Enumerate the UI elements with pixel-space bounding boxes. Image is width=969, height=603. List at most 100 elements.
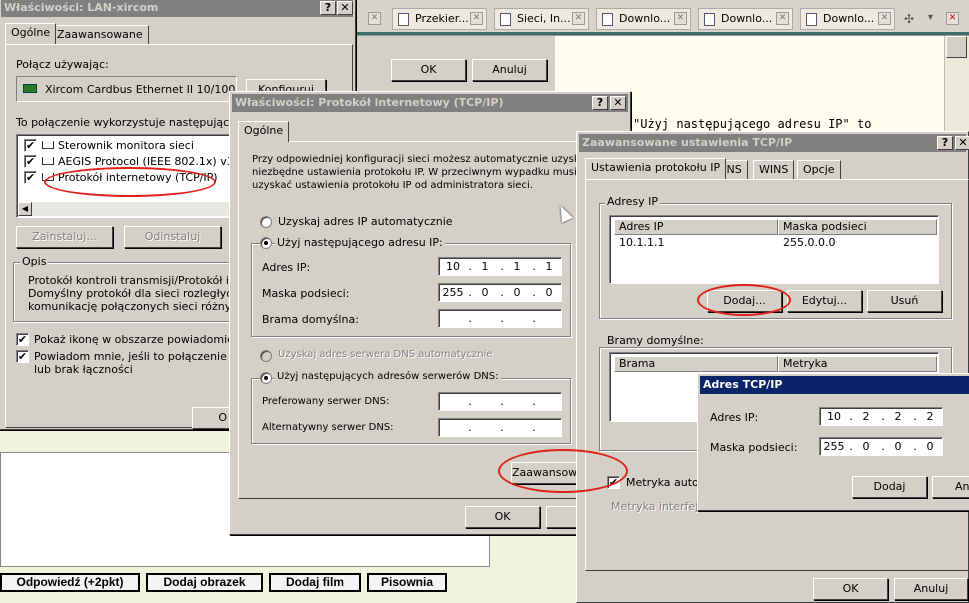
component-checkbox-2[interactable]: ✔: [24, 155, 37, 168]
add-ip-button[interactable]: Dodaj...: [707, 290, 782, 312]
component-label-1: Sterownik monitora sieci: [58, 139, 194, 152]
octet: 0: [481, 286, 489, 299]
edit-ip-button[interactable]: Edytuj...: [787, 290, 862, 312]
octet: 2: [862, 410, 870, 423]
show-icon-label: Pokaż ikonę w obszarze powiadomień po: [34, 333, 259, 346]
browser-tab-2[interactable]: Sieci, In... ✕: [494, 8, 589, 30]
component-checkbox-3[interactable]: ✔: [24, 171, 37, 184]
adapter-box: Xircom Cardbus Ethernet II 10/100: [16, 76, 237, 102]
help-icon[interactable]: ?: [937, 136, 953, 150]
gateway-field[interactable]: ...: [438, 309, 562, 328]
component-label-3: Protokół internetowy (TCP/IP): [58, 171, 218, 184]
gateways-label: Bramy domyślne:: [605, 334, 706, 347]
preferred-dns-field[interactable]: ...: [438, 392, 562, 411]
scroll-thumb[interactable]: [946, 36, 967, 58]
octet: 0: [513, 286, 521, 299]
description-line-1: Protokół kontroli transmisji/Protokół in…: [28, 274, 259, 287]
advanced-titlebar[interactable]: Zaawansowane ustawienia TCP/IP: [579, 134, 966, 152]
horizontal-scrollbar[interactable]: ◀: [18, 202, 229, 216]
browser-tab-3[interactable]: Downlo... ✕: [596, 8, 691, 30]
close-tab-icon[interactable]: ✕: [368, 12, 381, 25]
description-line-2: Domyślny protokół dla sieci rozległych, …: [28, 287, 261, 300]
auto-ip-radio[interactable]: [260, 216, 272, 228]
tab-advanced[interactable]: Zaawansowane: [51, 25, 149, 44]
octet: 1: [481, 260, 489, 273]
background-cancel-button[interactable]: Anuluj: [472, 59, 547, 81]
lan-titlebar[interactable]: Właściwości: LAN-xircom: [1, 0, 353, 17]
move-tabs-icon[interactable]: ✣: [904, 12, 914, 26]
help-icon[interactable]: ?: [320, 1, 336, 15]
install-button[interactable]: Zainstaluj...: [16, 226, 113, 248]
browser-tab-5[interactable]: Downlo... ✕: [800, 8, 895, 30]
uninstall-button[interactable]: Odinstaluj: [124, 226, 221, 248]
network-protocol-icon: [42, 173, 54, 181]
use-ip-radio[interactable]: [260, 237, 272, 249]
ip-row-address[interactable]: 10.1.1.1: [619, 236, 664, 249]
notify-label-2: lub brak łączności: [34, 363, 133, 376]
add-subnet-mask-field[interactable]: 255. 0. 0. 0: [819, 437, 943, 456]
description-line-3: komunikację połączonych sieci różnych ty: [28, 300, 259, 313]
close-window-icon[interactable]: ✕: [946, 12, 959, 25]
octet: 2: [926, 410, 934, 423]
browser-tab-1[interactable]: Przekier... ✕: [392, 8, 487, 30]
remove-ip-button[interactable]: Usuń: [867, 290, 942, 312]
answer-button[interactable]: Odpowiedź (+2pkt): [0, 573, 140, 592]
tab-ip-settings[interactable]: Ustawienia protokołu IP: [585, 158, 727, 179]
alternate-dns-field[interactable]: ...: [438, 418, 562, 437]
window-title: Właściwości: Protokół internetowy (TCP/I…: [235, 96, 504, 109]
column-header-mask[interactable]: Maska podsieci: [778, 219, 937, 235]
tab-general[interactable]: Ogólne: [5, 23, 57, 44]
close-tab-icon[interactable]: ✕: [674, 12, 687, 25]
add-image-button[interactable]: Dodaj obrazek: [146, 573, 263, 592]
advanced-cancel-button[interactable]: Anuluj: [894, 578, 968, 600]
window-title: Właściwości: LAN-xircom: [4, 1, 159, 14]
close-icon[interactable]: ✕: [955, 136, 969, 150]
ip-address-label: Adres IP:: [262, 261, 311, 274]
add-cancel-button[interactable]: An: [932, 476, 969, 498]
scroll-left-arrow-icon[interactable]: ◀: [18, 202, 32, 216]
auto-metric-checkbox[interactable]: ✔: [607, 476, 620, 489]
add-subnet-mask-label: Maska podsieci:: [710, 441, 798, 454]
window-title: Adres TCP/IP: [703, 378, 783, 391]
use-dns-radio[interactable]: [260, 372, 272, 384]
background-ok-button[interactable]: OK: [391, 59, 466, 81]
tab-label: Downlo...: [721, 12, 773, 25]
component-checkbox-1[interactable]: ✔: [24, 139, 37, 152]
advanced-ok-button[interactable]: OK: [813, 578, 888, 600]
column-header-metric[interactable]: Metryka: [778, 356, 937, 372]
subnet-mask-field[interactable]: 255. 0. 0. 0: [438, 283, 562, 302]
tab-options[interactable]: Opcje: [797, 160, 841, 179]
auto-dns-radio[interactable]: [260, 350, 272, 362]
ip-row-mask[interactable]: 255.0.0.0: [783, 236, 835, 249]
close-tab-icon[interactable]: ✕: [470, 12, 483, 25]
octet: 255: [442, 286, 464, 299]
help-icon[interactable]: ?: [592, 96, 608, 110]
column-header-ip[interactable]: Adres IP: [614, 219, 778, 235]
confirm-add-button[interactable]: Dodaj: [852, 476, 927, 498]
tab-general[interactable]: Ogólne: [238, 121, 290, 142]
tcpip-properties-window: Właściwości: Protokół internetowy (TCP/I…: [229, 91, 631, 535]
spelling-button[interactable]: Pisownia: [367, 573, 447, 592]
ip-addresses-label: Adresy IP: [605, 195, 660, 208]
add-ip-address-field[interactable]: 10. 2. 2. 2: [819, 407, 943, 426]
column-header-gateway[interactable]: Brama: [614, 356, 778, 372]
ip-address-field[interactable]: 10. 1. 1. 1: [438, 257, 562, 276]
network-service-icon: [42, 141, 54, 149]
close-tab-icon[interactable]: ✕: [572, 12, 585, 25]
close-tab-icon[interactable]: ✕: [776, 12, 789, 25]
tcpip-titlebar[interactable]: Właściwości: Protokół internetowy (TCP/I…: [232, 94, 628, 112]
connect-using-label: Połącz używając:: [16, 58, 109, 71]
browser-tab-4[interactable]: Downlo... ✕: [698, 8, 793, 30]
show-icon-checkbox[interactable]: ✔: [16, 333, 29, 346]
add-film-button[interactable]: Dodaj film: [269, 573, 361, 592]
close-tab-icon[interactable]: ✕: [878, 12, 891, 25]
add-ip-titlebar[interactable]: Adres TCP/IP: [700, 376, 969, 394]
tcpip-ok-button[interactable]: OK: [465, 506, 540, 528]
notify-checkbox[interactable]: ✔: [16, 350, 29, 363]
close-icon[interactable]: ✕: [337, 1, 353, 15]
page-icon: [704, 13, 715, 26]
tab-list-dropdown-icon[interactable]: ▾: [928, 12, 933, 23]
lan-ok-button[interactable]: O: [192, 407, 232, 429]
close-icon[interactable]: ✕: [610, 96, 626, 110]
tab-wins[interactable]: WINS: [753, 160, 795, 179]
